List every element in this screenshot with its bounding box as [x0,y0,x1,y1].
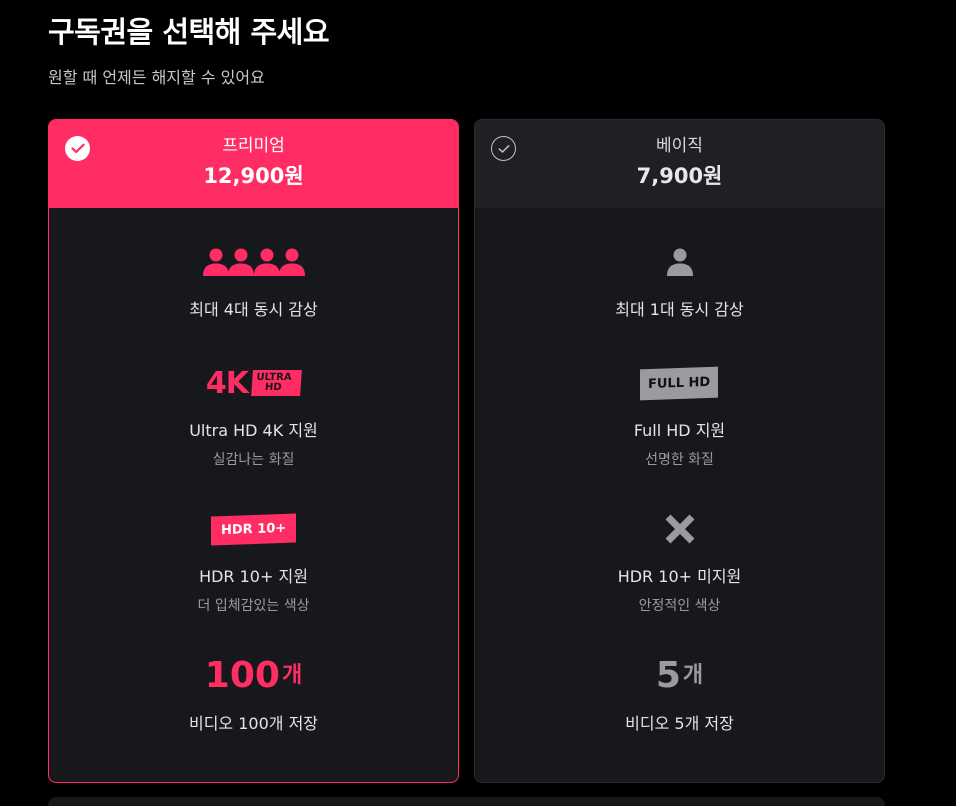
feature-streams: 최대 1대 동시 감상 [475,242,884,320]
feature-quality: 4K ULTRA HD Ultra HD 4K 지원 실감나는 화질 [49,363,458,469]
feature-sub: 안정적인 색상 [638,598,721,614]
unselected-check-icon[interactable] [491,136,516,161]
feature-label: HDR 10+ 미지원 [617,567,742,586]
hdr-badge: HDR 10+ [49,509,458,549]
page-subtitle: 원할 때 언제든 해지할 수 있어요 [48,68,265,87]
feature-label: 비디오 100개 저장 [188,714,319,733]
x-mark-icon [475,509,884,549]
single-person-icon [475,242,884,282]
storage-count: 5개 [655,655,704,696]
feature-sub: 더 입체감있는 색상 [197,598,310,614]
page-title: 구독권을 선택해 주세요 [48,15,330,49]
feature-label: 비디오 5개 저장 [625,714,734,733]
full-hd-badge: FULL HD [475,363,884,403]
feature-hdr: HDR 10+ HDR 10+ 지원 더 입체감있는 색상 [49,509,458,615]
feature-quality: FULL HD Full HD 지원 선명한 화질 [475,363,884,469]
plan-price: 12,900원 [203,164,304,188]
feature-sub: 선명한 화질 [645,452,714,468]
plan-card-premium[interactable]: 프리미엄 12,900원 최대 4대 동시 감상 4K ULTRA HD Ultr… [48,119,459,783]
feature-storage: 5개 비디오 5개 저장 [475,656,884,734]
feature-label: 최대 4대 동시 감상 [189,300,318,319]
plan-name: 베이직 [656,136,703,156]
storage-count: 100 개 [204,655,303,696]
feature-hdr: HDR 10+ 미지원 안정적인 색상 [475,509,884,615]
selected-check-icon[interactable] [65,136,90,161]
feature-label: HDR 10+ 지원 [199,567,308,586]
plan-header-premium[interactable]: 프리미엄 12,900원 [49,120,458,208]
uhd-4k-badge: 4K ULTRA HD [49,363,458,403]
feature-label: 최대 1대 동시 감상 [615,300,744,319]
plan-header-basic[interactable]: 베이직 7,900원 [475,120,884,208]
feature-storage: 100 개 비디오 100개 저장 [49,656,458,734]
plan-card-basic[interactable]: 베이직 7,900원 최대 1대 동시 감상 FULL HD Full HD 지… [474,119,885,783]
plan-price: 7,900원 [636,164,723,188]
feature-sub: 실감나는 화질 [212,452,295,468]
feature-label: Full HD 지원 [633,421,726,440]
four-people-icon [49,242,458,282]
feature-streams: 최대 4대 동시 감상 [49,242,458,320]
feature-label: Ultra HD 4K 지원 [189,421,318,440]
plan-name: 프리미엄 [222,136,285,156]
next-section-edge [48,797,885,806]
